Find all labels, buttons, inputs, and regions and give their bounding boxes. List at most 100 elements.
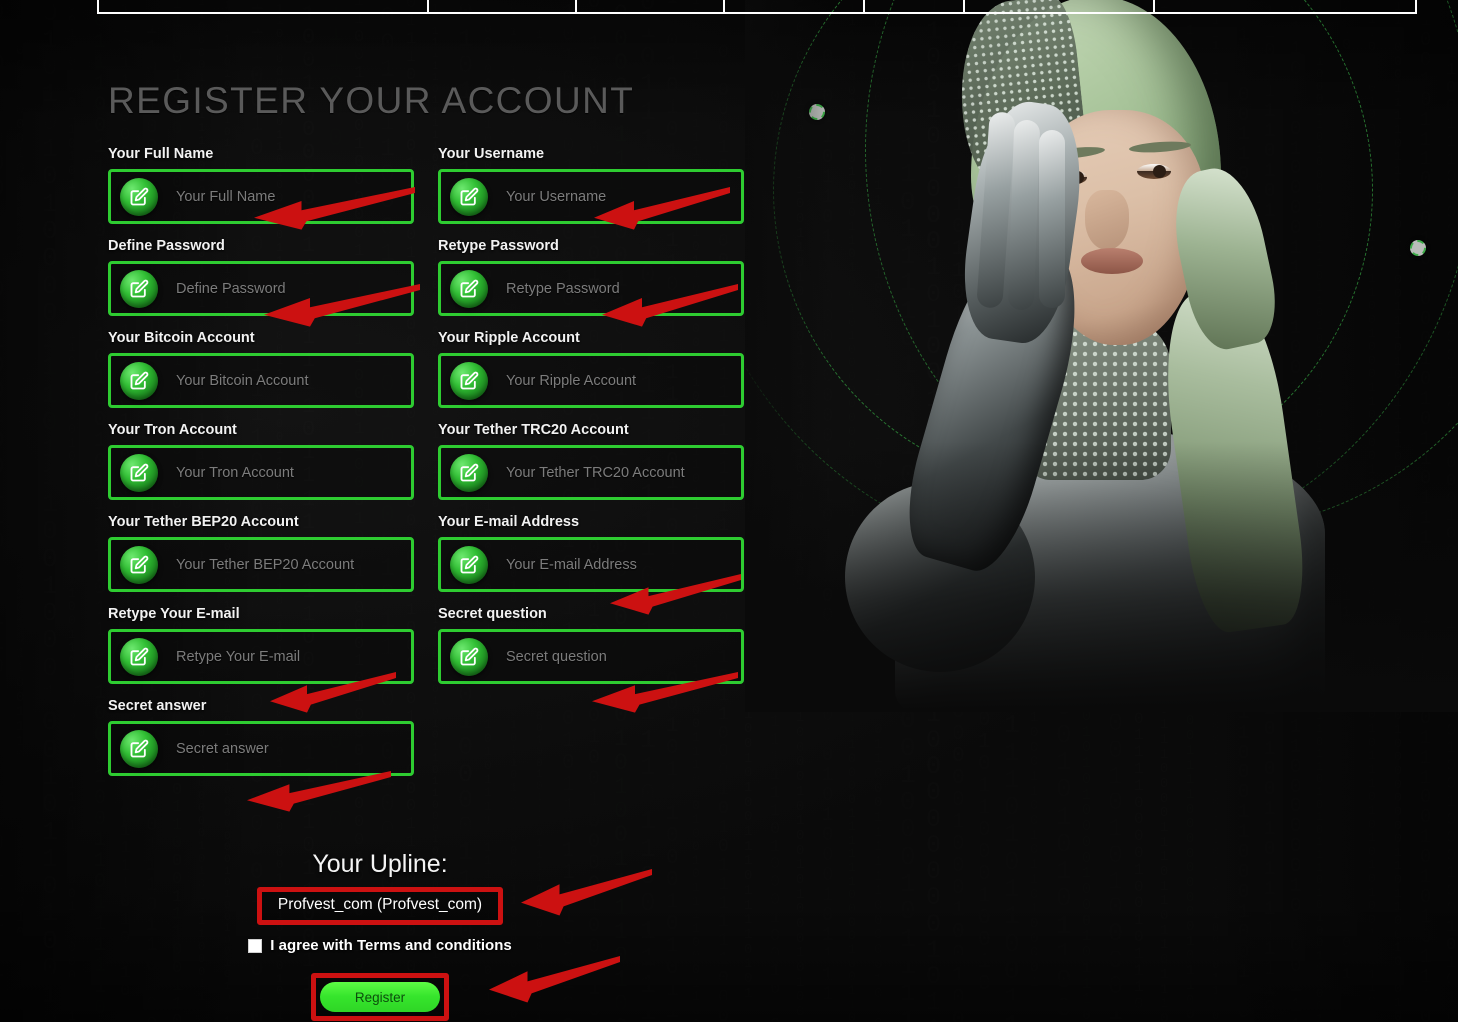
field-placeholder: Your Tether BEP20 Account bbox=[176, 556, 355, 573]
robot-finger-3 bbox=[1039, 130, 1065, 308]
field-placeholder: Your Ripple Account bbox=[506, 372, 637, 389]
registration-page: 0 1 1 0 1 1 0 1 0 1 1 0 0 0 1 1 1 0 1 1 … bbox=[0, 0, 1458, 1022]
field-placeholder: Secret answer bbox=[176, 740, 269, 757]
edit-pencil-icon bbox=[120, 177, 158, 216]
android-robot-illustration bbox=[745, 0, 1458, 712]
robot-nose bbox=[1085, 190, 1129, 250]
field-label: Your Full Name bbox=[108, 146, 214, 162]
topnav-cell-1[interactable] bbox=[429, 0, 577, 12]
form-grid: Your Full Name Your Full Name Your Usernam… bbox=[108, 146, 744, 790]
field-placeholder: Your Tron Account bbox=[176, 464, 294, 481]
edit-pencil-icon bbox=[120, 361, 158, 400]
topnav-cell-0[interactable] bbox=[99, 0, 429, 12]
field-label: Your Ripple Account bbox=[438, 330, 580, 346]
form-cell: Your Tron Account Your Tron Account bbox=[108, 422, 414, 500]
page-title: REGISTER YOUR ACCOUNT bbox=[108, 80, 635, 121]
orbit-dot-1 bbox=[809, 104, 825, 120]
edit-pencil-icon bbox=[120, 637, 158, 676]
field-label: Your Tron Account bbox=[108, 422, 237, 438]
edit-pencil-icon bbox=[120, 269, 158, 308]
orbit-dot-2 bbox=[1410, 240, 1426, 256]
upline-title: Your Upline: bbox=[312, 850, 448, 878]
input-field-your-tether-bep20-account[interactable]: Your Tether BEP20 Account bbox=[108, 537, 414, 592]
edit-pencil-icon bbox=[450, 637, 488, 676]
field-label: Your Tether TRC20 Account bbox=[438, 422, 629, 438]
field-placeholder: Retype Password bbox=[506, 280, 620, 297]
form-cell: Define Password Define Password bbox=[108, 238, 414, 316]
field-placeholder: Your Tether TRC20 Account bbox=[506, 464, 685, 481]
upline-value: Profvest_com (Profvest_com) bbox=[277, 896, 483, 913]
input-field-retype-your-e-mail[interactable]: Retype Your E-mail bbox=[108, 629, 414, 684]
input-field-your-tether-trc20-account[interactable]: Your Tether TRC20 Account bbox=[438, 445, 744, 500]
form-cell: Your Ripple Account Your Ripple Account bbox=[438, 330, 744, 408]
form-row: Retype Your E-mail Retype Your E-mail Secr… bbox=[108, 606, 744, 684]
form-cell: Your Tether BEP20 Account Your Tether BEP… bbox=[108, 514, 414, 592]
topnav-cell-5[interactable] bbox=[965, 0, 1155, 12]
robot-figure bbox=[785, 0, 1325, 712]
form-cell: Your Full Name Your Full Name bbox=[108, 146, 414, 224]
field-label: Secret answer bbox=[108, 698, 207, 714]
input-field-retype-password[interactable]: Retype Password bbox=[438, 261, 744, 316]
form-row: Your Tron Account Your Tron Account Your T… bbox=[108, 422, 744, 500]
field-label: Your E-mail Address bbox=[438, 514, 580, 530]
registration-form: REGISTER YOUR ACCOUNT Your Full Name Your… bbox=[0, 0, 760, 1022]
topnav-cell-2[interactable] bbox=[577, 0, 725, 12]
upline-highlight-box: Profvest_com (Profvest_com) bbox=[256, 887, 504, 925]
input-field-your-tron-account[interactable]: Your Tron Account bbox=[108, 445, 414, 500]
edit-pencil-icon bbox=[450, 453, 488, 492]
field-label: Your Tether BEP20 Account bbox=[108, 514, 299, 530]
field-placeholder: Retype Your E-mail bbox=[176, 648, 301, 665]
edit-pencil-icon bbox=[450, 269, 488, 308]
edit-pencil-icon bbox=[450, 361, 488, 400]
register-button[interactable]: Register bbox=[320, 982, 440, 1012]
register-highlight-box: Register bbox=[311, 973, 449, 1021]
input-field-your-ripple-account[interactable]: Your Ripple Account bbox=[438, 353, 744, 408]
top-navigation-bar[interactable] bbox=[97, 0, 1417, 14]
topnav-cell-6[interactable] bbox=[1155, 0, 1415, 12]
input-field-define-password[interactable]: Define Password bbox=[108, 261, 414, 316]
form-footer: Your Upline: Profvest_com (Profvest_com)… bbox=[0, 850, 760, 1021]
terms-row[interactable]: I agree with Terms and conditions bbox=[0, 937, 760, 954]
field-label: Retype Password bbox=[438, 238, 559, 254]
input-field-your-e-mail-address[interactable]: Your E-mail Address bbox=[438, 537, 744, 592]
robot-pupil-right bbox=[1153, 165, 1166, 178]
field-placeholder: Your Full Name bbox=[176, 188, 276, 205]
form-cell: Retype Password Retype Password bbox=[438, 238, 744, 316]
edit-pencil-icon bbox=[120, 545, 158, 584]
input-field-your-full-name[interactable]: Your Full Name bbox=[108, 169, 414, 224]
field-label: Your Bitcoin Account bbox=[108, 330, 255, 346]
field-label: Retype Your E-mail bbox=[108, 606, 240, 622]
terms-checkbox[interactable] bbox=[248, 938, 263, 953]
form-cell: Your Username Your Username bbox=[438, 146, 744, 224]
field-placeholder: Your Username bbox=[506, 188, 607, 205]
field-placeholder: Your Bitcoin Account bbox=[176, 372, 309, 389]
form-cell: Secret question Secret question bbox=[438, 606, 744, 684]
topnav-cell-4[interactable] bbox=[865, 0, 965, 12]
topnav-cell-3[interactable] bbox=[725, 0, 865, 12]
form-cell: Your E-mail Address Your E-mail Address bbox=[438, 514, 744, 592]
edit-pencil-icon bbox=[450, 177, 488, 216]
form-row: Your Bitcoin Account Your Bitcoin Account… bbox=[108, 330, 744, 408]
input-field-your-bitcoin-account[interactable]: Your Bitcoin Account bbox=[108, 353, 414, 408]
form-row: Secret answer Secret answer bbox=[108, 698, 744, 776]
field-label: Define Password bbox=[108, 238, 225, 254]
edit-pencil-icon bbox=[120, 729, 158, 768]
form-cell: Retype Your E-mail Retype Your E-mail bbox=[108, 606, 414, 684]
form-row: Your Full Name Your Full Name Your Usernam… bbox=[108, 146, 744, 224]
field-placeholder: Your E-mail Address bbox=[506, 556, 637, 573]
form-row: Define Password Define Password Retype Pas… bbox=[108, 238, 744, 316]
input-field-secret-answer[interactable]: Secret answer bbox=[108, 721, 414, 776]
field-label: Your Username bbox=[438, 146, 545, 162]
input-field-your-username[interactable]: Your Username bbox=[438, 169, 744, 224]
form-cell: Secret answer Secret answer bbox=[108, 698, 414, 776]
form-cell: Your Tether TRC20 Account Your Tether TRC… bbox=[438, 422, 744, 500]
terms-label: I agree with Terms and conditions bbox=[270, 937, 512, 954]
field-placeholder: Secret question bbox=[506, 648, 607, 665]
form-row: Your Tether BEP20 Account Your Tether BEP… bbox=[108, 514, 744, 592]
edit-pencil-icon bbox=[120, 453, 158, 492]
input-field-secret-question[interactable]: Secret question bbox=[438, 629, 744, 684]
robot-lips bbox=[1081, 248, 1143, 274]
field-placeholder: Define Password bbox=[176, 280, 286, 297]
field-label: Secret question bbox=[438, 606, 547, 622]
edit-pencil-icon bbox=[450, 545, 488, 584]
